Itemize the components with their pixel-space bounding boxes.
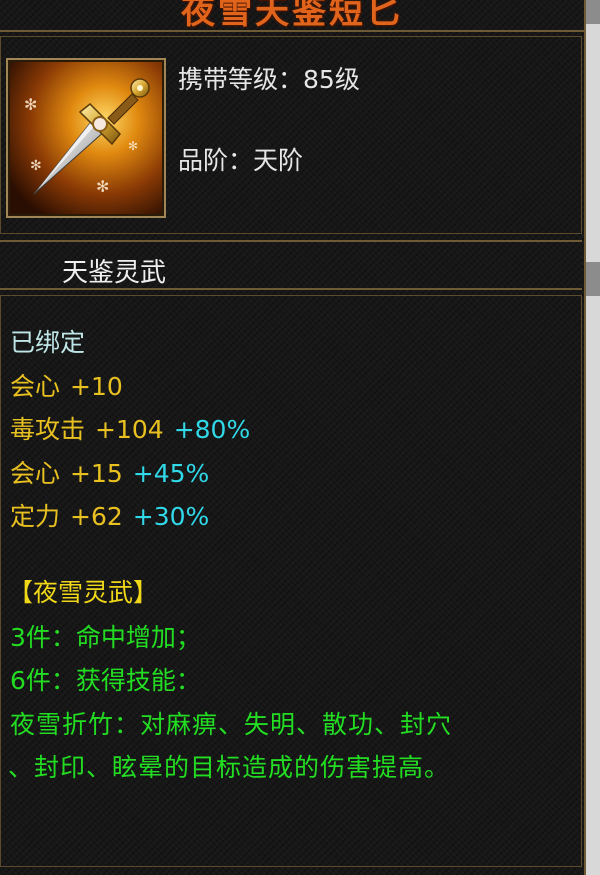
item-name: 夜雪天鉴短匕 [181,0,403,32]
bound-status: 已绑定 [10,328,86,357]
stat-row: 毒攻击 +104 +80% [10,415,251,444]
stat-row: 会心 +15 +45% [10,459,210,488]
section-bar: 天鉴灵武 [0,240,582,290]
title-bar: 夜雪天鉴短匕 [0,0,584,32]
item-icon-frame: ✻ ✻ ✻ ✻ [6,58,166,218]
svg-text:✻: ✻ [30,158,42,174]
section-title: 天鉴灵武 [62,258,167,288]
scrollbar-edge[interactable] [586,0,600,875]
item-grade: 品阶：天阶 [178,146,304,175]
svg-text:✻: ✻ [96,177,109,196]
stat-row: 会心 +10 [10,372,123,401]
item-tooltip: 夜雪天鉴短匕 ✻ ✻ ✻ ✻ 携带等级：85级 品阶：天阶 天鉴灵武 已绑定 会… [0,0,586,875]
stat-row: 定力 +62 +30% [10,502,210,531]
dagger-icon: ✻ ✻ ✻ ✻ [10,62,162,214]
set-bonus-3: 3件：命中增加； [10,623,201,652]
set-name: 【夜雪灵武】 [8,578,159,607]
svg-text:✻: ✻ [24,95,37,114]
set-skill-line2: 、封印、眩晕的目标造成的伤害提高。 [8,753,451,782]
carry-level: 携带等级：85级 [178,65,360,94]
svg-text:✻: ✻ [128,139,138,153]
set-skill-line1: 夜雪折竹：对麻痹、失明、散功、封穴 [10,710,453,739]
set-bonus-6: 6件：获得技能： [10,666,201,695]
